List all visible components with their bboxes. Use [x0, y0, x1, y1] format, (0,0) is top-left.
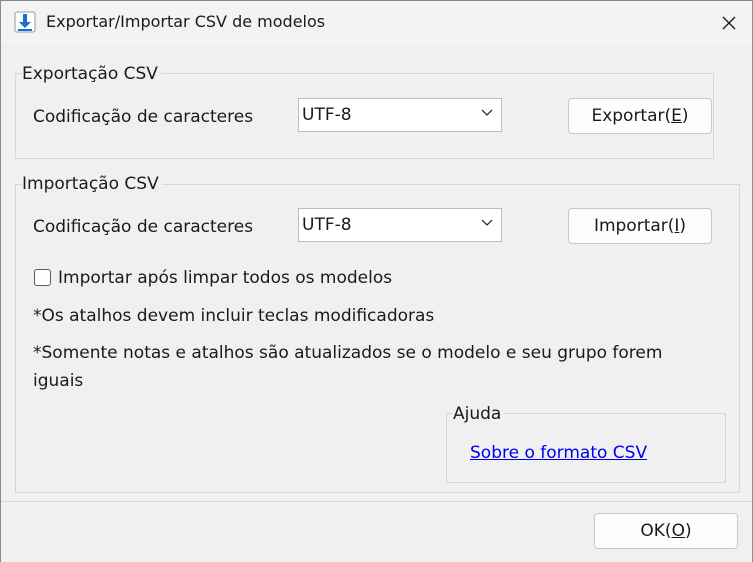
help-group-title: Ajuda [453, 404, 505, 424]
dialog-window: Exportar/Importar CSV de modelos Exporta… [0, 0, 753, 562]
import-button[interactable]: Importar(I) [568, 208, 712, 244]
import-encoding-label: Codificação de caracteres [33, 217, 254, 237]
shortcut-note: *Os atalhos devem incluir teclas modific… [33, 306, 435, 326]
import-encoding-select[interactable]: UTF-8 [298, 208, 502, 242]
export-encoding-value: UTF-8 [302, 105, 352, 125]
export-group-title: Exportação CSV [22, 64, 161, 84]
chevron-down-icon [481, 109, 493, 116]
csv-format-link[interactable]: Sobre o formato CSV [470, 443, 647, 463]
chevron-down-icon [481, 219, 493, 226]
close-button[interactable] [706, 1, 752, 45]
download-arrow-icon [14, 11, 36, 33]
import-encoding-value: UTF-8 [302, 215, 352, 235]
export-encoding-select[interactable]: UTF-8 [298, 98, 502, 132]
close-icon [722, 16, 736, 30]
clear-models-checkbox-label[interactable]: Importar após limpar todos os modelos [58, 268, 392, 288]
export-encoding-label: Codificação de caracteres [33, 107, 254, 127]
window-title: Exportar/Importar CSV de modelos [46, 12, 326, 31]
ok-button[interactable]: OK(O) [594, 513, 738, 549]
dialog-footer: OK(O) [1, 501, 752, 562]
import-group-title: Importação CSV [22, 174, 162, 194]
update-note: *Somente notas e atalhos são atualizados… [33, 343, 663, 391]
title-bar: Exportar/Importar CSV de modelos [1, 1, 752, 45]
clear-models-checkbox[interactable] [34, 269, 51, 286]
export-button[interactable]: Exportar(E) [568, 98, 712, 134]
